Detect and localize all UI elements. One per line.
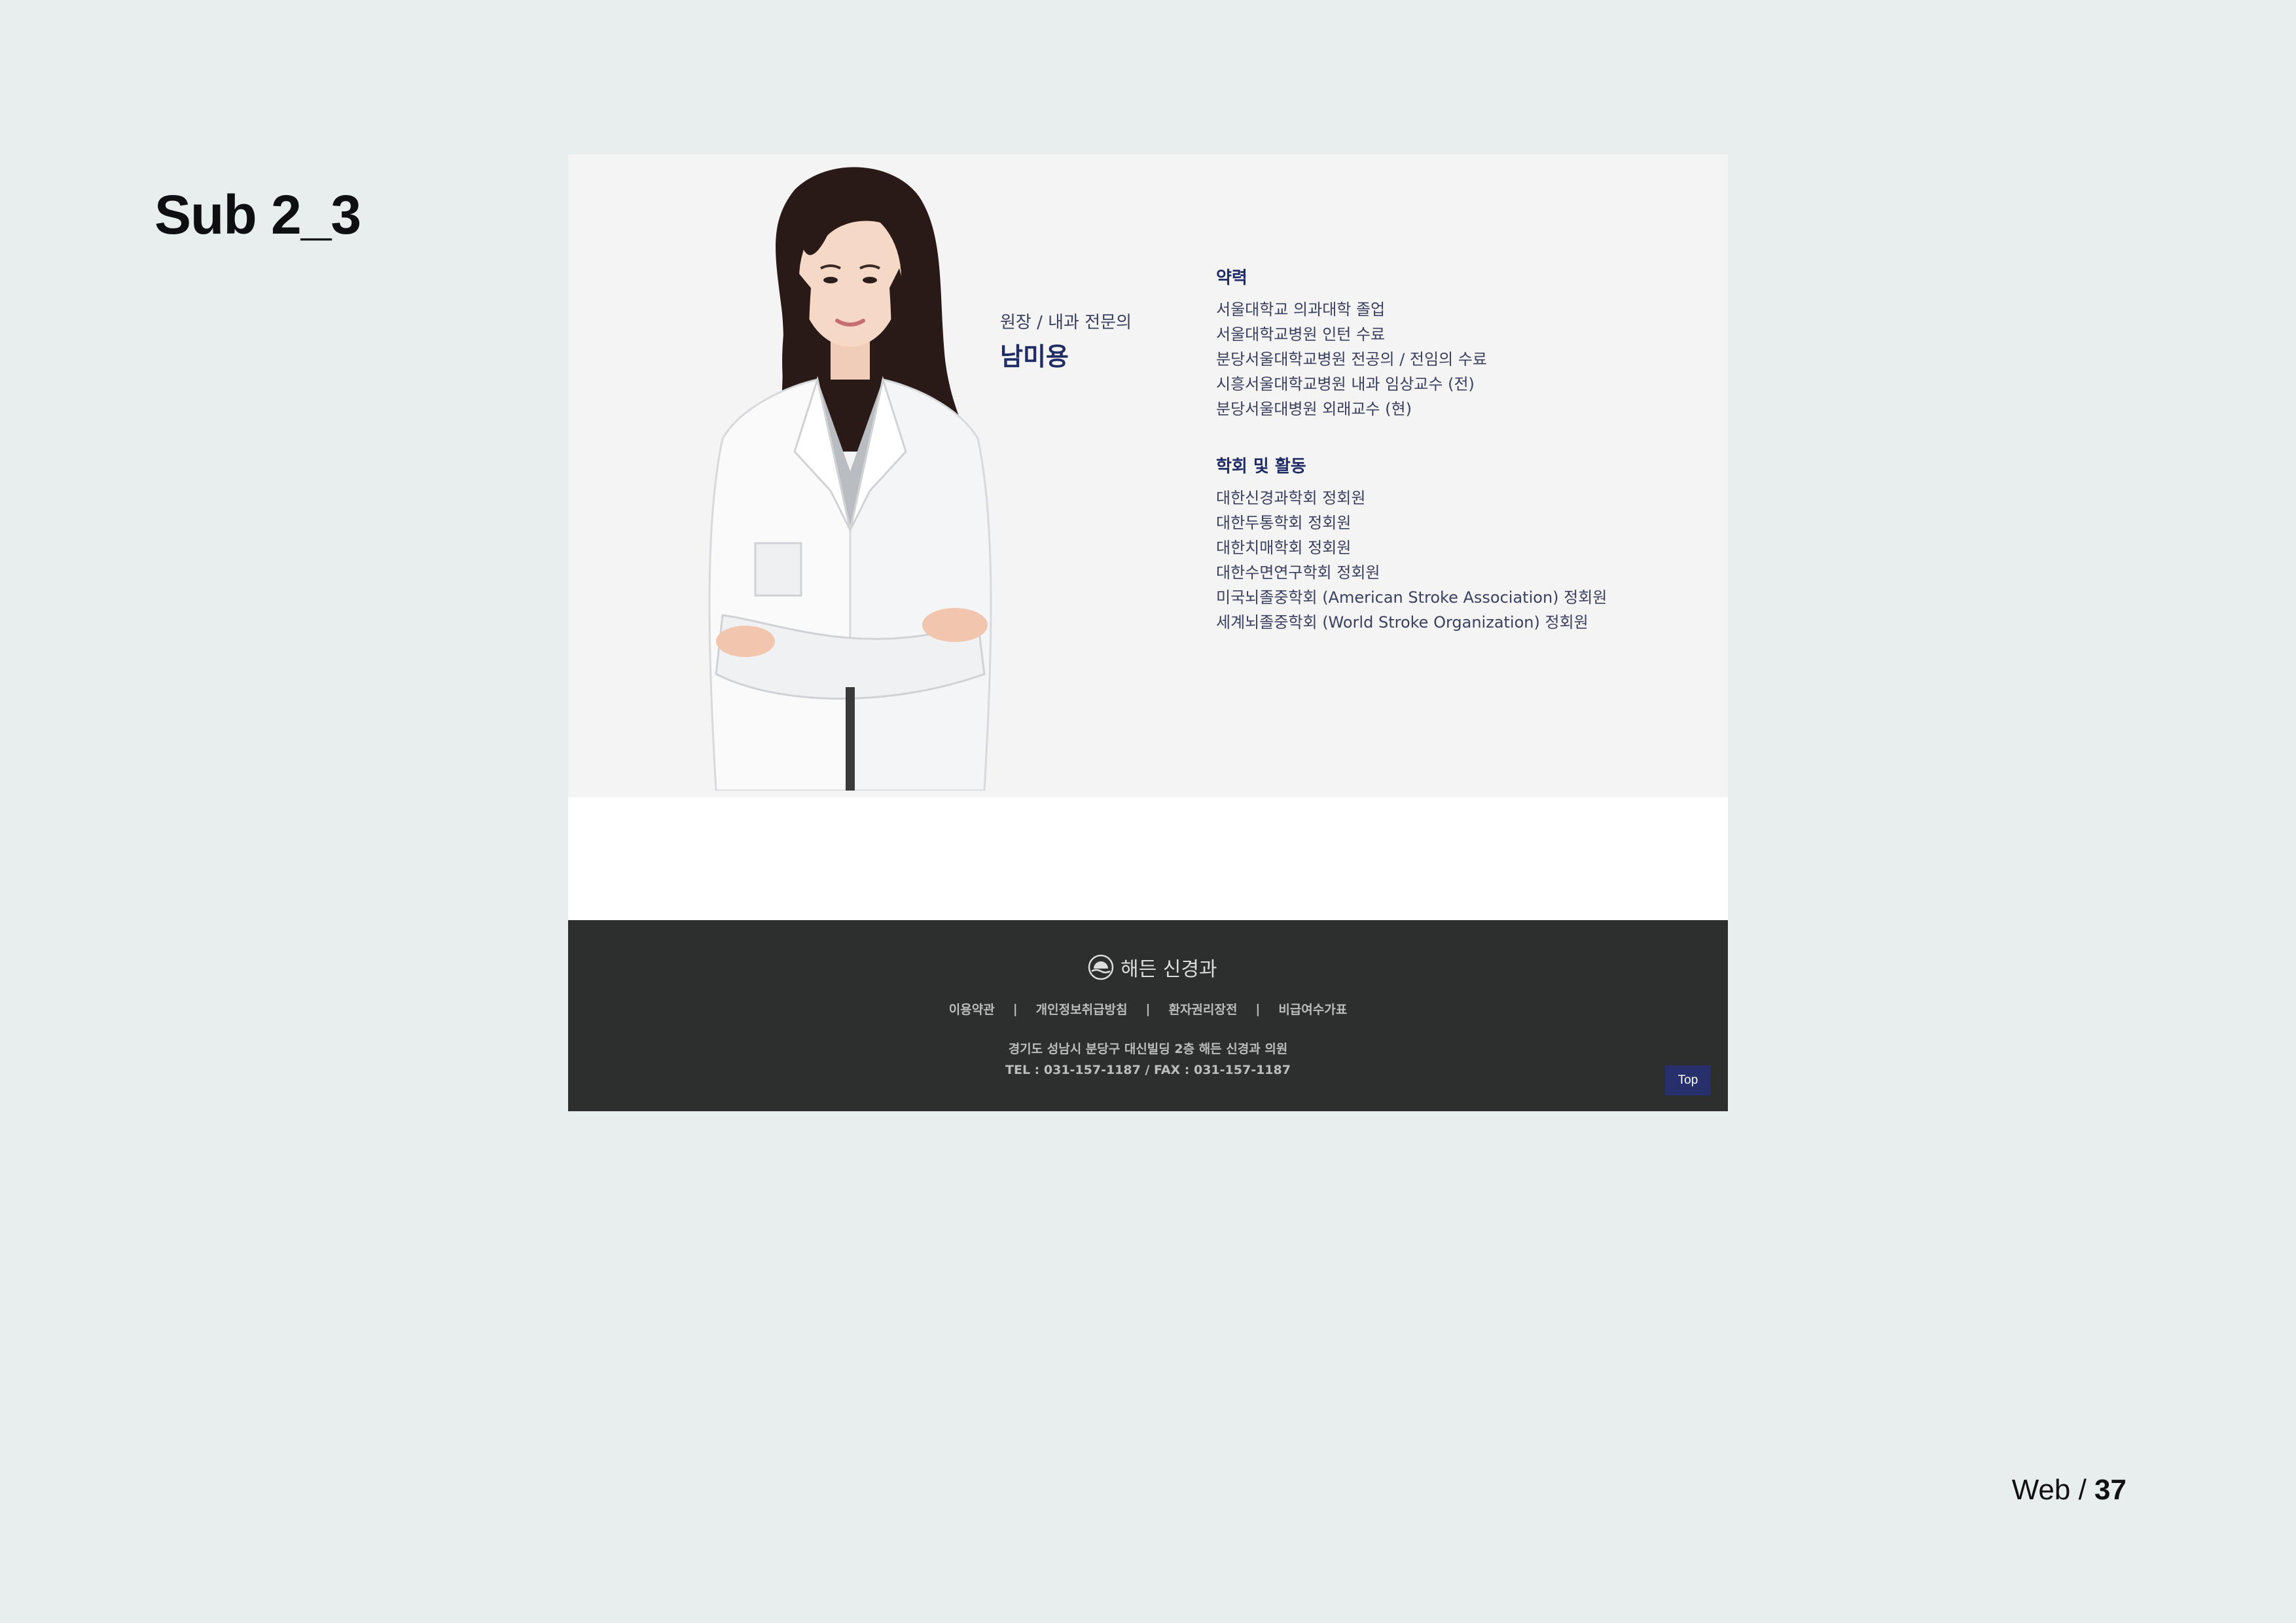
scroll-top-button[interactable]: Top (1665, 1065, 1711, 1096)
list-item: 세계뇌졸중학회 (World Stroke Organization) 정회원 (1216, 613, 1588, 632)
list-item: 미국뇌졸중학회 (American Stroke Association) 정회… (1216, 588, 1607, 607)
link-separator: | (1255, 1001, 1261, 1016)
slide-title: Sub 2_3 (154, 184, 361, 245)
list-item: 대한치매학회 정회원 (1216, 539, 1352, 557)
activities-heading: 학회 및 활동 (1216, 457, 1306, 476)
privacy-policy-link[interactable]: 개인정보취급방침 (1036, 1000, 1128, 1018)
sun-over-water-logo-icon (1088, 954, 1114, 980)
list-item: 시흥서울대학교병원 내과 임상교수 (전) (1216, 375, 1475, 393)
list-item: 분당서울대학교병원 전공의 / 전임의 수료 (1216, 350, 1487, 368)
non-covered-fees-link[interactable]: 비급여수가표 (1278, 1000, 1347, 1018)
web-page-mockup: 원장 / 내과 전문의 남미용 약력 서울대학교 의과대학 졸업 서울대학교병원… (568, 154, 1728, 1111)
list-item: 서울대학교병원 인턴 수료 (1216, 325, 1386, 344)
page-number: Web / 37 (2012, 1474, 2126, 1507)
site-footer: 해든 신경과 이용약관 | 개인정보취급방침 | 환자권리장전 | 비급여수가표… (568, 920, 1728, 1111)
list-item: 분당서울대병원 외래교수 (현) (1216, 400, 1412, 418)
patient-rights-link[interactable]: 환자권리장전 (1168, 1000, 1237, 1018)
footer-address: 경기도 성남시 분당구 대신빌딩 2층 해든 신경과 의원 (1008, 1042, 1288, 1056)
list-item: 대한두통학회 정회원 (1216, 514, 1352, 532)
terms-link[interactable]: 이용약관 (949, 1000, 995, 1018)
career-heading: 약력 (1216, 268, 1247, 288)
doctor-profile-section: 원장 / 내과 전문의 남미용 약력 서울대학교 의과대학 졸업 서울대학교병원… (568, 154, 1728, 797)
doctor-portrait (708, 167, 992, 791)
list-item: 대한수면연구학회 정회원 (1216, 563, 1380, 582)
list-item: 서울대학교 의과대학 졸업 (1216, 300, 1386, 319)
doctor-name: 남미용 (1000, 342, 1069, 371)
career-list: 서울대학교 의과대학 졸업 서울대학교병원 인턴 수료 분당서울대학교병원 전공… (1216, 297, 1487, 421)
footer-logo[interactable]: 해든 신경과 (1088, 953, 1217, 982)
activities-list: 대한신경과학회 정회원 대한두통학회 정회원 대한치매학회 정회원 대한수면연구… (1216, 486, 1607, 635)
page-prefix: Web / (2011, 1474, 2095, 1506)
page-number-value: 37 (2094, 1474, 2126, 1506)
list-item: 대한신경과학회 정회원 (1216, 489, 1366, 507)
footer-contact: TEL : 031-157-1187 / FAX : 031-157-1187 (1005, 1063, 1291, 1077)
link-separator: | (1013, 1001, 1018, 1016)
footer-logo-text: 해든 신경과 (1121, 958, 1217, 981)
footer-links: 이용약관 | 개인정보취급방침 | 환자권리장전 | 비급여수가표 (568, 1000, 1728, 1018)
doctor-title: 원장 / 내과 전문의 (1000, 313, 1132, 332)
link-separator: | (1145, 1001, 1151, 1016)
